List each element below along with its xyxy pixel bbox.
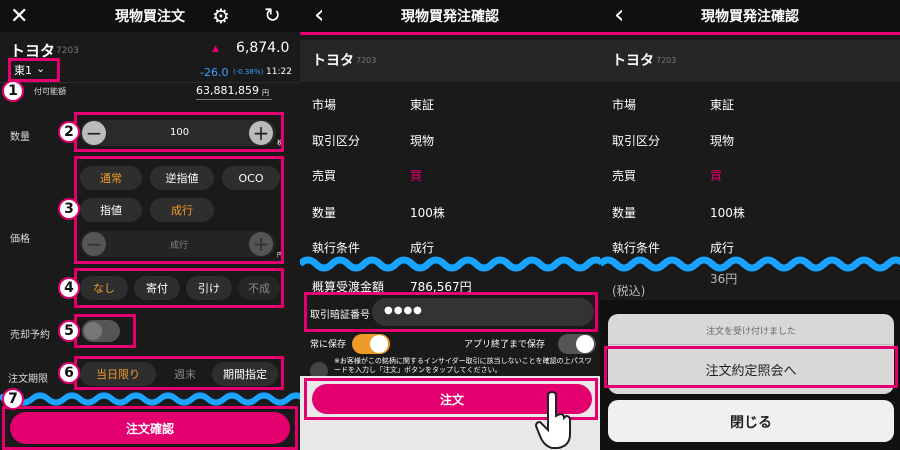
- save-always-label: 常に保存: [310, 340, 347, 350]
- stock-code: 7203: [656, 56, 677, 65]
- highlight-market: [8, 58, 60, 82]
- row-label: 数量: [312, 206, 337, 220]
- save-always-toggle[interactable]: [352, 334, 390, 354]
- row-label: 市場: [312, 98, 337, 112]
- expiry-label: 注文期限: [8, 374, 48, 385]
- stock-name: トヨタ: [312, 53, 354, 69]
- row-value: 100株: [710, 206, 745, 220]
- row-value: 東証: [710, 98, 735, 112]
- header: ✕ 現物買注文 ⚙ ↻: [0, 0, 300, 32]
- step-badge: 5: [58, 320, 80, 342]
- stock-price: 6,874.0: [236, 40, 290, 56]
- wave-divider: [300, 256, 600, 272]
- yen-unit: 円: [262, 89, 269, 97]
- price-change-pct: (-0.38%): [233, 68, 264, 76]
- row-label: 数量: [612, 206, 637, 220]
- stock-code: 7203: [356, 56, 377, 65]
- wave-divider: [600, 256, 900, 272]
- pin-value: ●●●●: [384, 305, 423, 316]
- step-badge: 4: [58, 277, 80, 299]
- order-panel: ✕ 現物買注文 ⚙ ↻ トヨタ 7203 ▲ 6,874.0 東1 ⌄ -26.…: [0, 0, 300, 450]
- page-title: 現物買発注確認: [401, 9, 499, 25]
- close-icon[interactable]: ✕: [10, 4, 28, 29]
- sell-reserve-label: 売却予約: [10, 330, 50, 341]
- highlight-quantity: [74, 112, 284, 152]
- row-value: 現物: [710, 134, 735, 148]
- refresh-icon[interactable]: ↻: [264, 3, 281, 27]
- confirm-panel: ‹ 現物買発注確認 トヨタ 7203 市場 東証 取引区分 現物 売買 買 数量…: [300, 0, 600, 450]
- insider-notice: ※お客様がこの銘柄に関するインサイダー取引に該当しないことを確認の上パスワードを…: [334, 357, 592, 374]
- page-title: 現物買注文: [115, 9, 185, 25]
- highlight-conditions: [74, 268, 284, 308]
- row-label: 取引区分: [612, 134, 661, 148]
- gear-icon[interactable]: ⚙: [212, 4, 230, 28]
- row-value: 成行: [410, 241, 435, 255]
- time-stamp: 11:22: [266, 67, 292, 77]
- row-value: 現物: [410, 134, 435, 148]
- highlight-inquiry: [604, 346, 898, 388]
- stock-name: トヨタ: [612, 53, 654, 69]
- price-label: 価格: [10, 234, 30, 245]
- partial-value: 36円: [710, 272, 738, 286]
- row-value: 買: [410, 169, 423, 183]
- buying-power-label: 付可能額: [34, 87, 66, 96]
- up-arrow-icon: ▲: [212, 44, 219, 54]
- row-value: 100株: [410, 206, 445, 220]
- back-icon[interactable]: ‹: [314, 0, 324, 30]
- header: ‹ 現物買発注確認: [600, 0, 900, 32]
- step-badge: 6: [58, 362, 80, 384]
- highlight-confirm: [2, 406, 298, 450]
- price-change: -26.0: [200, 66, 229, 79]
- step-badge: 7: [2, 388, 24, 410]
- pin-label: 取引暗証番号: [310, 310, 370, 321]
- step-badge: 2: [58, 121, 80, 143]
- row-value: 買: [710, 169, 723, 183]
- step-badge: 3: [58, 198, 80, 220]
- row-label: 市場: [612, 98, 637, 112]
- buying-power: 63,881,859: [196, 84, 259, 97]
- tap-hand-icon: [534, 390, 571, 449]
- highlight-sell-reserve: [74, 314, 136, 348]
- page-title: 現物買発注確認: [701, 9, 799, 25]
- row-label: 売買: [312, 169, 337, 183]
- row-value: 成行: [710, 241, 735, 255]
- wave-divider: [0, 392, 300, 406]
- row-label: 執行条件: [312, 241, 361, 255]
- step-badge: 1: [2, 80, 24, 102]
- quantity-label: 数量: [10, 132, 30, 143]
- highlight-expiry: [74, 356, 284, 390]
- accepted-message: 注文を受け付けました: [705, 327, 796, 337]
- header: ‹ 現物買発注確認: [300, 0, 600, 32]
- complete-panel: ‹ 現物買発注確認 トヨタ 7203 市場 東証 取引区分 現物 売買 買 数量…: [600, 0, 900, 450]
- row-label: 売買: [612, 169, 637, 183]
- close-label: 閉じる: [730, 415, 772, 431]
- row-label: 取引区分: [312, 134, 361, 148]
- save-until-exit-toggle[interactable]: [558, 334, 596, 354]
- back-icon[interactable]: ‹: [614, 0, 624, 30]
- row-value: 東証: [410, 98, 435, 112]
- highlight-price: [74, 156, 284, 264]
- stock-code: 7203: [56, 46, 79, 56]
- save-until-exit-label: アプリ終了まで保存: [464, 340, 546, 350]
- partial-label: (税込): [612, 284, 646, 298]
- row-label: 執行条件: [612, 241, 661, 255]
